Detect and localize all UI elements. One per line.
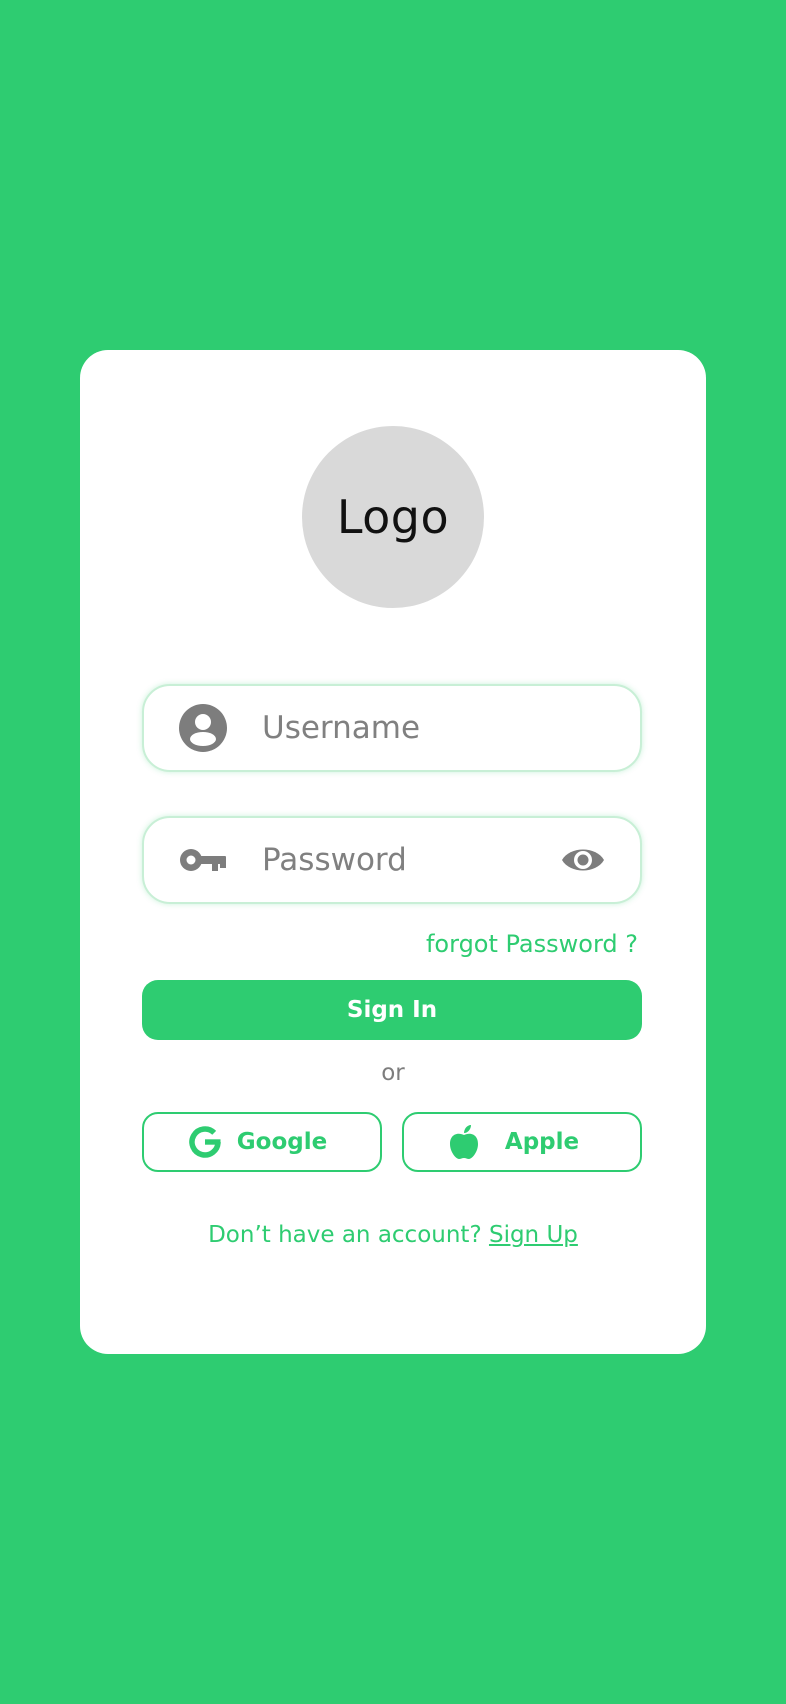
password-input[interactable] [262,842,562,878]
signup-prompt-text: Don’t have an account? [208,1222,489,1248]
forgot-password-link[interactable]: forgot Password ? [426,930,638,958]
apple-label: Apple [504,1129,580,1155]
apple-signin-button[interactable]: Apple [402,1112,642,1172]
password-field[interactable] [142,816,642,904]
username-field[interactable] [142,684,642,772]
username-input[interactable] [262,710,562,746]
logo-placeholder: Logo [302,426,484,608]
logo-text: Logo [336,490,450,544]
key-icon [178,846,228,874]
eye-icon[interactable] [560,844,606,876]
or-divider: or [381,1060,405,1086]
login-card: Logo Username forgot Password ? Sign In … [80,350,706,1354]
sign-up-link[interactable]: Sign Up [489,1222,578,1248]
user-circle-icon [178,703,228,753]
sign-in-button[interactable]: Sign In [142,980,642,1040]
google-label: Google [236,1129,328,1155]
google-signin-button[interactable]: Google [142,1112,382,1172]
signup-prompt: Don’t have an account? Sign Up [80,1222,706,1248]
